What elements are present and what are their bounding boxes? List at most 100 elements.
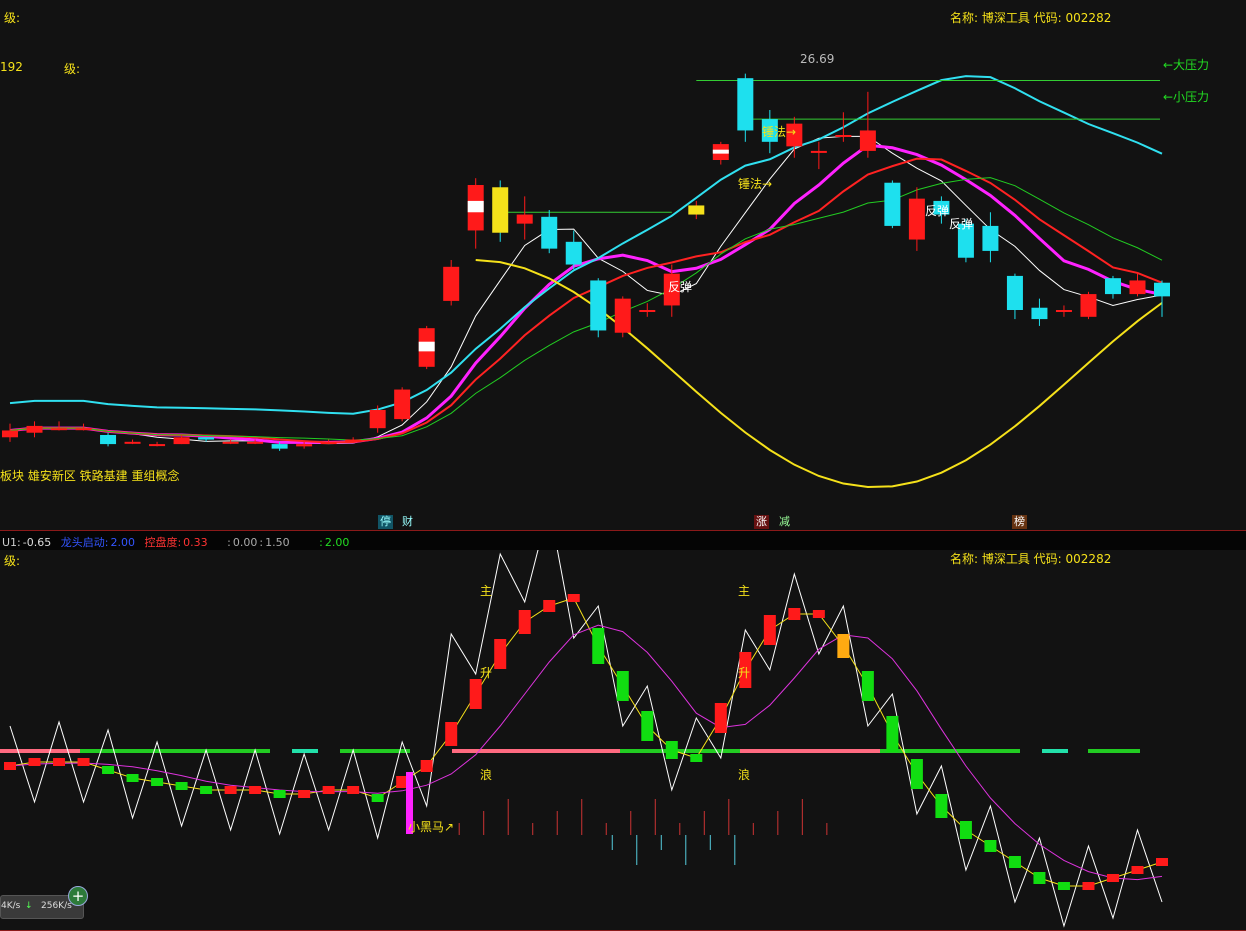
- indicator-block: [616, 671, 629, 701]
- indicator-block: [861, 671, 874, 701]
- candle-body: [688, 205, 705, 215]
- indicator-block: [371, 794, 384, 802]
- candle-body: [859, 130, 876, 151]
- candle-highlight: [418, 341, 435, 352]
- main-price-panel[interactable]: 级: 192 级: 名称: 博深工具 代码: 002282 26.69 ←大压力…: [0, 0, 1246, 530]
- indicator-block: [910, 759, 923, 789]
- candle-body: [639, 310, 656, 312]
- candle-body: [345, 439, 362, 442]
- ma13-line: [9, 177, 1163, 441]
- indicator-block: [53, 758, 66, 766]
- candlestick-chart: [2, 73, 1170, 489]
- candle-body: [124, 441, 141, 444]
- candle-body: [810, 150, 827, 153]
- level-label: 级:: [4, 11, 21, 25]
- indicator-block: [4, 762, 16, 770]
- indicator-block: [28, 758, 41, 766]
- candle-body: [835, 135, 852, 137]
- badge-halt[interactable]: 停: [378, 515, 393, 529]
- candle-body: [247, 441, 264, 444]
- indicator-block: [518, 610, 531, 634]
- candle-body: [198, 437, 215, 440]
- indicator-block: [151, 778, 164, 786]
- indicator-block: [1033, 872, 1046, 884]
- candle-body: [737, 78, 754, 131]
- candle-body: [271, 444, 288, 449]
- ratio-a: 0.00: [232, 536, 258, 549]
- indicator-block: [1057, 882, 1070, 890]
- candle-body: [149, 444, 166, 447]
- indicator-block: [420, 760, 433, 772]
- annotation-rebound-3: 反弹: [949, 217, 974, 231]
- label-zhu-1: 主: [480, 584, 493, 598]
- candle-body: [516, 214, 533, 224]
- label-zhu-2: 主: [738, 584, 751, 598]
- upload-speed: 256K/s: [41, 901, 72, 911]
- colon-b: :: [319, 536, 323, 549]
- badge-limit-up[interactable]: 涨: [754, 515, 769, 529]
- indicator-block: [886, 716, 899, 752]
- u1-label: U1:: [2, 536, 21, 549]
- badge-finance[interactable]: 财: [400, 515, 415, 529]
- candle-body: [1031, 307, 1048, 320]
- candle-body: [982, 225, 999, 251]
- candle-body: [75, 428, 92, 431]
- candle-body: [1080, 294, 1097, 317]
- candle-body: [320, 441, 337, 445]
- badge-ranking[interactable]: 榜: [1012, 515, 1027, 529]
- download-speed: 4K/s: [1, 901, 21, 911]
- candle-highlight: [467, 200, 484, 213]
- candle-body: [222, 441, 239, 444]
- indicator-chart: [0, 550, 1168, 928]
- indicator-block: [224, 786, 237, 794]
- arrow-down-icon: ↓: [25, 901, 33, 911]
- candle-body: [1006, 275, 1023, 310]
- candle-body: [614, 298, 631, 333]
- control-label: 控盘度:: [144, 536, 182, 549]
- indicator-block: [273, 790, 286, 798]
- long-value: 2.00: [110, 536, 135, 549]
- indicator-block: [175, 782, 188, 790]
- level-label-2: 级:: [64, 62, 81, 76]
- candle-highlight: [712, 149, 729, 154]
- small-pressure-label: ←小压力: [1163, 90, 1210, 104]
- indicator-block: [1106, 874, 1119, 882]
- indicator-block: [1008, 856, 1021, 868]
- candle-body: [1055, 310, 1072, 312]
- add-icon[interactable]: +: [68, 886, 88, 906]
- indicator-block: [665, 741, 678, 759]
- indicator-block: [347, 786, 360, 794]
- candle-body: [590, 280, 607, 331]
- ratio-sep: :: [259, 536, 264, 549]
- long-label: 龙头启动:: [60, 536, 109, 549]
- candle-body: [2, 430, 18, 438]
- colon-a: :: [227, 536, 231, 549]
- annotation-rebound-1: 反弹: [668, 280, 693, 294]
- indicator-block: [298, 790, 311, 798]
- indicator-block: [249, 786, 262, 794]
- indicator-block: [77, 758, 90, 766]
- indicator-block: [1156, 858, 1168, 866]
- bottom-level-label: 级:: [4, 554, 21, 568]
- indicator-block: [469, 679, 482, 709]
- indicator-block: [641, 711, 654, 741]
- indicator-block: [494, 639, 507, 669]
- indicator-block: [126, 774, 139, 782]
- candle-body: [541, 216, 558, 249]
- label-sheng-1: 升: [480, 666, 493, 680]
- label-lang-2: 浪: [738, 768, 751, 782]
- candle-body: [394, 389, 411, 420]
- sector-tags: 板块 雄安新区 铁路基建 重组概念: [0, 469, 180, 483]
- label-xiaoheima: 小黑马↗: [408, 820, 455, 834]
- oscillator-line: [475, 259, 1163, 489]
- indicator-block: [1082, 882, 1095, 890]
- candle-body: [51, 428, 68, 431]
- big-pressure-label: ←大压力: [1163, 58, 1210, 72]
- ratio-b: 1.50: [265, 536, 290, 549]
- indicator-block: [935, 794, 948, 818]
- indicator-panel[interactable]: 级: 名称: 博深工具 代码: 002282 主 升 浪 主 升 浪 小黑马↗: [0, 550, 1246, 931]
- badge-reduce[interactable]: 减: [777, 515, 792, 529]
- label-sheng-2: 升: [738, 666, 751, 680]
- last-value: 2.00: [324, 536, 350, 549]
- indicator-header: U1: -0.65 龙头启动: 2.00 控盘度: 0.33 :0.00:1.50 :…: [0, 530, 1246, 552]
